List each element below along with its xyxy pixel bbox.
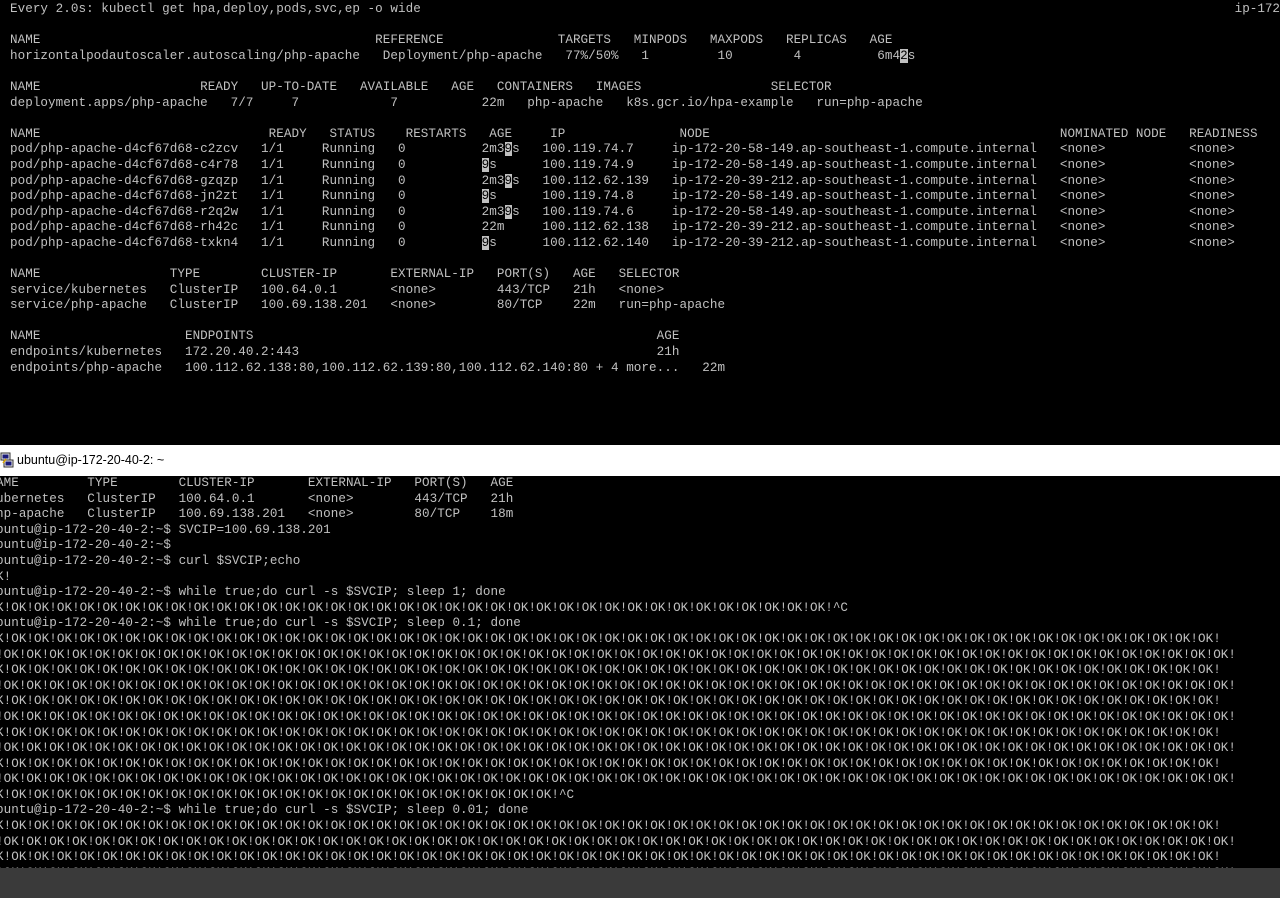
svc-header: NAME TYPE CLUSTER-IP EXTERNAL-IP PORT(S)… — [10, 267, 680, 282]
pod-row: pod/php-apache-d4cf67d68-r2q2w 1/1 Runni… — [10, 204, 1235, 219]
shell-line: K!OK!OK!OK!OK!OK!OK!OK!OK!OK!OK!OK!OK!OK… — [0, 600, 849, 615]
shell-line: buntu@ip-172-20-40-2:~$ while true;do cu… — [0, 803, 529, 818]
watch-hostname: ip-172 — [1234, 2, 1280, 16]
shell-line: !OK!OK!OK!OK!OK!OK!OK!OK!OK!OK!OK!OK!OK!… — [0, 709, 1237, 724]
hpa-row: horizontalpodautoscaler.autoscaling/php-… — [10, 48, 916, 63]
pod-row: pod/php-apache-d4cf67d68-c2zcv 1/1 Runni… — [10, 142, 1235, 157]
shell-line: !OK!OK!OK!OK!OK!OK!OK!OK!OK!OK!OK!OK!OK!… — [0, 741, 1237, 756]
ep-header: NAME ENDPOINTS AGE — [10, 329, 680, 344]
desktop-bottom-strip — [0, 868, 1280, 898]
shell-line: buntu@ip-172-20-40-2:~$ while true;do cu… — [0, 585, 506, 600]
svc-row: service/kubernetes ClusterIP 100.64.0.1 … — [10, 282, 665, 297]
shell-line: K!OK!OK!OK!OK!OK!OK!OK!OK!OK!OK!OK!OK!OK… — [0, 725, 1221, 740]
deploy-row: deployment.apps/php-apache 7/7 7 7 22m p… — [10, 95, 923, 110]
ep-row: endpoints/php-apache 100.112.62.138:80,1… — [10, 360, 726, 375]
highlight-char: 9 — [504, 173, 513, 188]
shell-line: AME TYPE CLUSTER-IP EXTERNAL-IP PORT(S) … — [0, 476, 514, 490]
shell-line: buntu@ip-172-20-40-2:~$ curl $SVCIP;echo — [0, 553, 301, 568]
shell-line: K!OK!OK!OK!OK!OK!OK!OK!OK!OK!OK!OK!OK!OK… — [0, 631, 1221, 646]
window-titlebar[interactable]: ubuntu@ip-172-20-40-2: ~ — [0, 445, 1280, 476]
highlight-char: 9 — [504, 204, 513, 219]
shell-line: K!OK!OK!OK!OK!OK!OK!OK!OK!OK!OK!OK!OK!OK… — [0, 694, 1221, 709]
highlight-char: 2 — [900, 48, 908, 63]
shell-line: K!OK!OK!OK!OK!OK!OK!OK!OK!OK!OK!OK!OK!OK… — [0, 850, 1221, 865]
svc-row: service/php-apache ClusterIP 100.69.138.… — [10, 298, 726, 313]
shell-line: !OK!OK!OK!OK!OK!OK!OK!OK!OK!OK!OK!OK!OK!… — [0, 678, 1237, 693]
watch-terminal-pane[interactable]: Every 2.0s: kubectl get hpa,deploy,pods,… — [0, 0, 1280, 445]
hpa-header: NAME REFERENCE TARGETS MINPODS MAXPODS R… — [10, 33, 893, 48]
shell-line: K!OK!OK!OK!OK!OK!OK!OK!OK!OK!OK!OK!OK!OK… — [0, 819, 1221, 834]
deploy-header: NAME READY UP-TO-DATE AVAILABLE AGE CONT… — [10, 79, 832, 94]
shell-line: !OK!OK!OK!OK!OK!OK!OK!OK!OK!OK!OK!OK!OK!… — [0, 834, 1237, 849]
pod-row: pod/php-apache-d4cf67d68-jn2zt 1/1 Runni… — [10, 189, 1235, 204]
shell-line: hp-apache ClusterIP 100.69.138.201 <none… — [0, 507, 514, 522]
shell-line: K! — [0, 569, 12, 584]
watch-header: Every 2.0s: kubectl get hpa,deploy,pods,… — [10, 2, 421, 16]
shell-line: buntu@ip-172-20-40-2:~$ — [0, 538, 171, 553]
pod-row: pod/php-apache-d4cf67d68-rh42c 1/1 Runni… — [10, 220, 1235, 235]
pods-header: NAME READY STATUS RESTARTS AGE IP NODE N… — [10, 126, 1258, 141]
shell-line: ubernetes ClusterIP 100.64.0.1 <none> 44… — [0, 491, 514, 506]
shell-terminal-pane[interactable]: AME TYPE CLUSTER-IP EXTERNAL-IP PORT(S) … — [0, 476, 1280, 868]
shell-output: AME TYPE CLUSTER-IP EXTERNAL-IP PORT(S) … — [0, 476, 1280, 868]
shell-line: buntu@ip-172-20-40-2:~$ while true;do cu… — [0, 616, 521, 631]
shell-line: K!OK!OK!OK!OK!OK!OK!OK!OK!OK!OK!OK!OK!OK… — [0, 663, 1221, 678]
shell-line: K!OK!OK!OK!OK!OK!OK!OK!OK!OK!OK!OK!OK!OK… — [0, 787, 575, 802]
highlight-char: 9 — [504, 142, 513, 157]
putty-icon — [0, 452, 14, 468]
shell-line: !OK!OK!OK!OK!OK!OK!OK!OK!OK!OK!OK!OK!OK!… — [0, 647, 1237, 662]
pod-row: pod/php-apache-d4cf67d68-gzqzp 1/1 Runni… — [10, 173, 1235, 188]
pod-row: pod/php-apache-d4cf67d68-c4r78 1/1 Runni… — [10, 157, 1235, 172]
pod-row: pod/php-apache-d4cf67d68-txkn4 1/1 Runni… — [10, 235, 1235, 250]
shell-line: K!OK!OK!OK!OK!OK!OK!OK!OK!OK!OK!OK!OK!OK… — [0, 756, 1221, 771]
watch-output: Every 2.0s: kubectl get hpa,deploy,pods,… — [10, 2, 1280, 376]
window-title: ubuntu@ip-172-20-40-2: ~ — [17, 453, 165, 467]
shell-line: buntu@ip-172-20-40-2:~$ SVCIP=100.69.138… — [0, 522, 331, 537]
pods-table: pod/php-apache-d4cf67d68-c2zcv 1/1 Runni… — [10, 142, 1280, 251]
ep-row: endpoints/kubernetes 172.20.40.2:443 21h — [10, 345, 680, 360]
shell-line: !OK!OK!OK!OK!OK!OK!OK!OK!OK!OK!OK!OK!OK!… — [0, 772, 1237, 787]
